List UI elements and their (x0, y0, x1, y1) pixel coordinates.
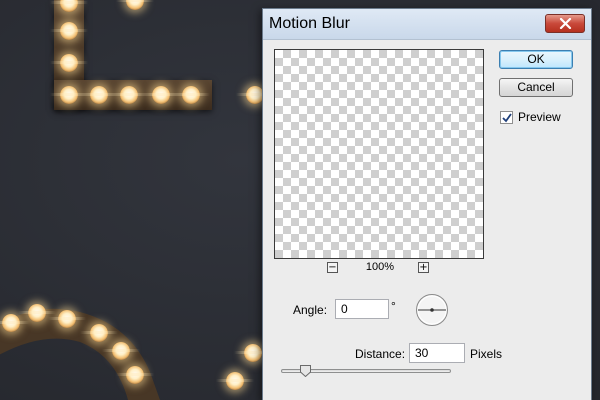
distance-unit: Pixels (470, 347, 503, 361)
marquee-bulb (234, 344, 272, 362)
marquee-bulb (0, 314, 30, 332)
marquee-bulb (216, 372, 254, 390)
marquee-bulb (102, 342, 140, 360)
filter-preview[interactable] (274, 49, 484, 259)
marquee-arc (0, 308, 160, 400)
zoom-level: 100% (365, 261, 395, 273)
zoom-out-button[interactable]: − (327, 262, 338, 273)
preview-label: Preview (518, 110, 561, 124)
distance-input[interactable]: 30 (409, 343, 465, 363)
degree-symbol: ° (391, 299, 396, 313)
zoom-in-button[interactable]: + (418, 262, 429, 273)
marquee-bulb (48, 310, 86, 328)
angle-dial[interactable] (415, 293, 449, 327)
close-icon (559, 18, 572, 29)
angle-input[interactable]: 0 (335, 299, 389, 319)
distance-label: Distance: (355, 347, 406, 361)
marquee-bulb (116, 366, 154, 384)
dialog-titlebar[interactable]: Motion Blur (263, 9, 591, 40)
ok-button[interactable]: OK (499, 50, 573, 69)
motion-blur-dialog: Motion Blur − 100% + OK Cancel Preview A… (262, 8, 592, 400)
angle-label: Angle: (293, 303, 328, 317)
distance-slider-thumb[interactable] (299, 365, 311, 377)
checkmark-icon (502, 113, 512, 123)
close-button[interactable] (545, 14, 585, 33)
cancel-button[interactable]: Cancel (499, 78, 573, 97)
marquee-bulb (80, 324, 118, 342)
marquee-bulb (18, 304, 56, 322)
preview-checkbox[interactable] (500, 111, 513, 124)
dialog-title: Motion Blur (269, 15, 350, 32)
